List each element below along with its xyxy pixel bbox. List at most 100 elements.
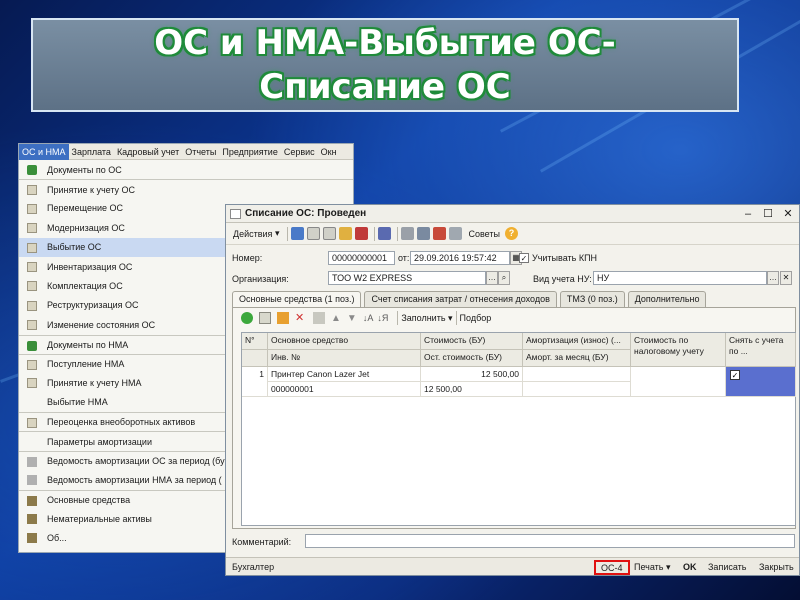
nu-type-field[interactable]: НУ: [593, 271, 767, 285]
document-toolbar: Действия ▾ Советы ?: [226, 223, 799, 245]
cell-inv[interactable]: 000000001: [268, 382, 421, 397]
menu-item-label: Комплектация ОС: [47, 281, 123, 292]
menu-item-label: Принятие к учету НМА: [47, 377, 142, 388]
tab-fixed-assets[interactable]: Основные средства (1 поз.): [232, 291, 362, 308]
toolbar-separator: [397, 226, 399, 241]
menu-item-label: Параметры амортизации: [47, 436, 152, 447]
menu-item-accept-os[interactable]: Принятие к учету ОС: [19, 179, 353, 198]
end-edit-icon[interactable]: [313, 312, 325, 324]
organization-field[interactable]: ТОО W2 EXPRESS: [328, 271, 486, 285]
menu-item-label: Ведомость амортизации НМА за период (: [47, 474, 222, 485]
actions-menu-button[interactable]: Действия ▾: [230, 226, 282, 242]
cell-amort-month[interactable]: [523, 382, 631, 397]
copy-row-icon[interactable]: [259, 312, 271, 324]
delete-icon[interactable]: [355, 227, 369, 240]
menu-hr[interactable]: Кадровый учет: [114, 144, 182, 160]
main-menu-bar: ОС и НМА Зарплата Кадровый учет Отчеты П…: [19, 144, 353, 160]
menu-item-label: Модернизация ОС: [47, 222, 125, 233]
search-icon[interactable]: ⌕: [498, 271, 510, 285]
advices-label: Советы: [468, 228, 500, 239]
delete-row-icon[interactable]: ✕: [295, 312, 307, 324]
tab-panel-fixed-assets: ✕ ▲ ▼ ↓A ↓Я Заполнить ▾ Подбор N° Основн…: [232, 307, 796, 529]
menu-service[interactable]: Сервис: [281, 144, 318, 160]
select-button[interactable]: Подбор: [460, 313, 492, 323]
save-icon[interactable]: [307, 227, 321, 240]
document-icon: [27, 300, 37, 311]
cell-n[interactable]: 1: [242, 367, 268, 397]
document-icon: [230, 208, 241, 219]
post-icon[interactable]: [291, 227, 305, 240]
tab-tmz[interactable]: ТМЗ (0 поз.): [559, 291, 625, 307]
col-header-residual[interactable]: Ост. стоимость (БУ): [421, 350, 523, 367]
comment-field[interactable]: [305, 534, 795, 548]
copy-icon[interactable]: [339, 227, 353, 240]
menu-reports[interactable]: Отчеты: [182, 144, 219, 160]
edit-row-icon[interactable]: [277, 312, 289, 324]
based-on-icon[interactable]: [378, 227, 392, 240]
save-button[interactable]: Записать: [708, 562, 746, 572]
sort-desc-icon[interactable]: ↓Я: [377, 313, 388, 323]
document-icon: [27, 203, 37, 214]
col-header-inv[interactable]: Инв. №: [268, 350, 421, 367]
add-row-icon[interactable]: [241, 312, 253, 324]
menu-item-label: Инвентаризация ОС: [47, 261, 133, 272]
maximize-button[interactable]: ☐: [761, 207, 775, 221]
structure-icon[interactable]: [417, 227, 431, 240]
status-bar: Бухгалтер ОС-4 Печать ▾ OK Записать Закр…: [226, 557, 799, 575]
os4-print-button[interactable]: ОС-4: [594, 560, 630, 575]
menu-os-nma[interactable]: ОС и НМА: [19, 144, 69, 160]
col-header-tax-cost[interactable]: Стоимость по налоговому учету: [631, 333, 726, 367]
cell-remove[interactable]: ✓: [726, 367, 796, 397]
cell-residual[interactable]: 12 500,00: [421, 382, 523, 397]
refresh-icon[interactable]: [323, 227, 337, 240]
col-header-remove[interactable]: Снять с учета по ...: [726, 333, 796, 367]
menu-item-label: Нематериальные активы: [47, 513, 152, 524]
move-up-icon[interactable]: ▲: [331, 313, 341, 324]
advices-button[interactable]: Советы: [465, 226, 502, 242]
remove-checkbox[interactable]: ✓: [730, 370, 740, 380]
toolbar-separator: [287, 226, 289, 241]
tab-additional[interactable]: Дополнительно: [627, 291, 707, 307]
document-icon: [27, 359, 37, 370]
col-header-asset[interactable]: Основное средство: [268, 333, 421, 350]
cell-cost[interactable]: 12 500,00: [421, 367, 523, 382]
nu-type-label: Вид учета НУ:: [533, 274, 592, 284]
date-field[interactable]: 29.09.2016 19:57:42: [410, 251, 510, 265]
document-icon: [27, 340, 37, 351]
cell-amortization[interactable]: [523, 367, 631, 382]
dt-kt-icon[interactable]: [433, 227, 447, 240]
toolbar-separator: [455, 311, 457, 325]
col-header-n[interactable]: N°: [242, 333, 268, 350]
menu-salary[interactable]: Зарплата: [69, 144, 114, 160]
journal-icon[interactable]: [401, 227, 415, 240]
menu-enterprise[interactable]: Предприятие: [219, 144, 280, 160]
menu-item-docs-os[interactable]: Документы по ОС: [19, 160, 353, 179]
sort-asc-icon[interactable]: ↓A: [363, 313, 374, 323]
clear-icon[interactable]: ✕: [780, 271, 792, 285]
menu-window[interactable]: Окн: [318, 144, 340, 160]
help-icon[interactable]: ?: [504, 227, 518, 240]
col-header-amortization[interactable]: Амортизация (износ) (...: [523, 333, 631, 350]
cell-asset[interactable]: Принтер Canon Lazer Jet: [268, 367, 421, 382]
close-button[interactable]: ✕: [781, 207, 795, 221]
ok-button[interactable]: OK: [683, 562, 697, 572]
minimize-button[interactable]: –: [741, 207, 755, 221]
kpn-checkbox[interactable]: ✓: [519, 253, 529, 263]
number-label: Номер:: [232, 253, 263, 263]
tab-expense-account[interactable]: Счет списания затрат / отнесения доходов: [364, 291, 557, 307]
move-down-icon[interactable]: ▼: [347, 313, 357, 324]
col-header-amort-month[interactable]: Аморт. за месяц (БУ): [523, 350, 631, 367]
organization-select-button[interactable]: …: [486, 271, 498, 285]
cell-tax-cost[interactable]: [631, 367, 726, 397]
report-icon: [27, 475, 37, 486]
close-doc-button[interactable]: Закрыть: [759, 562, 794, 572]
number-field[interactable]: 00000000001: [328, 251, 395, 265]
menu-item-label: Перемещение ОС: [47, 203, 123, 214]
col-header-cost[interactable]: Стоимость (БУ): [421, 333, 523, 350]
print-menu-button[interactable]: Печать ▾: [634, 562, 671, 573]
fill-button[interactable]: Заполнить ▾: [401, 313, 452, 324]
nu-type-select-button[interactable]: …: [767, 271, 779, 285]
report-icon[interactable]: [449, 227, 463, 240]
menu-item-label: Принятие к учету ОС: [47, 184, 136, 195]
catalog-icon: [27, 495, 37, 506]
